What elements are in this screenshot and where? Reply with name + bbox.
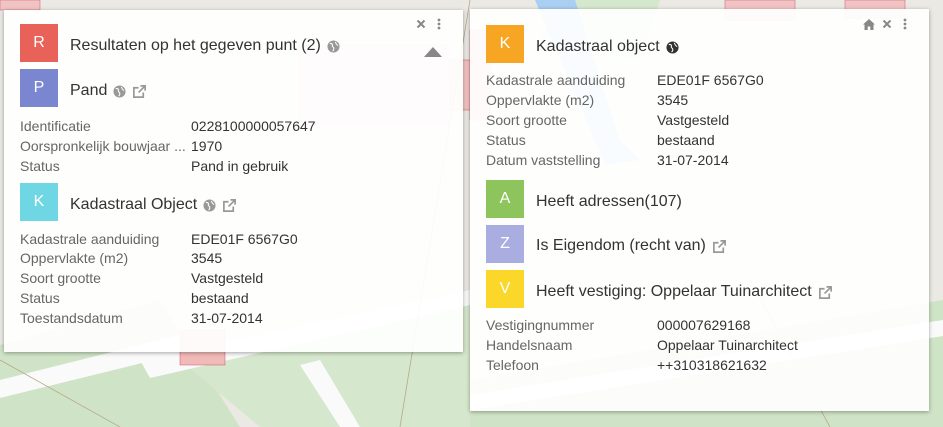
kadastraal-value-1: 3545 xyxy=(191,250,223,266)
kadastraal-object-title: Kadastraal object xyxy=(536,38,660,55)
pand-value-2: Pand in gebruik xyxy=(191,158,289,174)
kadastraal-letter-badge: K xyxy=(20,183,58,221)
kadastraal-object-label-2: Soort grootte xyxy=(486,112,567,128)
vestiging-label-0: Vestigingnummer xyxy=(486,317,595,333)
pand-label-2: Status xyxy=(20,158,60,174)
external-link-icon[interactable] xyxy=(132,84,147,99)
kadastraal-object-label-3: Status xyxy=(486,132,526,148)
kadastraal-object-label-1: Oppervlakte (m2) xyxy=(486,92,595,108)
pand-label-1: Oorspronkelijk bouwjaar ... xyxy=(20,138,186,154)
vestiging-title: Heeft vestiging: Oppelaar Tuinarchitect xyxy=(536,283,812,300)
pand-value-1: 1970 xyxy=(191,138,223,154)
kadastraal-object-label-0: Kadastrale aanduiding xyxy=(486,72,626,88)
external-link-icon[interactable] xyxy=(222,198,237,213)
vestiging-value-1: Oppelaar Tuinarchitect xyxy=(657,337,798,353)
kadastraal-label-1: Oppervlakte (m2) xyxy=(20,250,129,266)
result-header: Resultaten op het gegeven punt (2) xyxy=(70,37,340,55)
home-icon[interactable] xyxy=(863,18,875,30)
kadastraal-value-3: bestaand xyxy=(191,290,249,306)
kadastraal-value-2: Vastgesteld xyxy=(191,270,264,286)
kadastraal-header[interactable]: Kadastraal Object xyxy=(70,196,237,214)
results-panel-toolbar xyxy=(415,18,445,30)
kadastraal-object-header: Kadastraal object xyxy=(536,38,679,56)
kadastraal-label-2: Soort grootte xyxy=(20,270,101,286)
globe-icon[interactable] xyxy=(113,84,126,98)
kadastraal-title: Kadastraal Object xyxy=(70,196,198,213)
pand-letter-badge: P xyxy=(20,69,58,107)
globe-icon[interactable] xyxy=(666,40,679,54)
kadastraal-value-0: EDE01F 6567G0 xyxy=(191,231,298,247)
eigendom-header[interactable]: Is Eigendom (recht van) xyxy=(536,237,727,255)
vestiging-label-1: Handelsnaam xyxy=(486,337,573,353)
results-panel: R Resultaten op het gegeven punt (2) P P… xyxy=(4,10,463,352)
pand-title: Pand xyxy=(70,82,108,99)
kadastraal-label-4: Toestandsdatum xyxy=(20,310,123,326)
pand-header[interactable]: Pand xyxy=(70,82,147,100)
result-title: Resultaten op het gegeven punt (2) xyxy=(70,37,321,54)
kadastraal-value-4: 31-07-2014 xyxy=(191,310,263,326)
globe-icon[interactable] xyxy=(203,198,216,212)
vestiging-value-2: ++310318621632 xyxy=(657,357,767,373)
kadastraal-object-value-1: 3545 xyxy=(657,92,689,108)
kebab-menu-icon[interactable] xyxy=(899,18,911,30)
vestiging-label-2: Telefoon xyxy=(486,357,539,373)
detail-panel-toolbar xyxy=(863,18,911,30)
globe-icon[interactable] xyxy=(327,39,340,53)
external-link-icon[interactable] xyxy=(712,239,727,254)
eigendom-letter-badge: Z xyxy=(486,225,524,263)
adressen-letter-badge: A xyxy=(486,180,524,218)
detail-panel: K Kadastraal object Kadastrale aanduidin… xyxy=(470,9,929,411)
kadastraal-label-3: Status xyxy=(20,290,60,306)
kadastraal-object-value-0: EDE01F 6567G0 xyxy=(657,72,764,88)
kebab-menu-icon[interactable] xyxy=(433,18,445,30)
pand-label-0: Identificatie xyxy=(20,118,91,134)
pand-value-0: 0228100000057647 xyxy=(191,118,316,134)
kadastraal-object-letter-badge: K xyxy=(486,25,524,63)
kadastraal-object-value-4: 31-07-2014 xyxy=(657,152,729,168)
result-letter-badge: R xyxy=(20,24,58,62)
external-link-icon[interactable] xyxy=(818,285,833,300)
kadastraal-label-0: Kadastrale aanduiding xyxy=(20,231,160,247)
vestiging-value-0: 000007629168 xyxy=(657,317,751,333)
kadastraal-object-value-3: bestaand xyxy=(657,132,715,148)
kadastraal-object-value-2: Vastgesteld xyxy=(657,112,730,128)
adressen-header[interactable]: Heeft adressen(107) xyxy=(536,193,682,211)
collapse-triangle-icon[interactable] xyxy=(424,44,442,62)
close-icon[interactable] xyxy=(415,18,427,30)
eigendom-title: Is Eigendom (recht van) xyxy=(536,237,706,254)
adressen-title: Heeft adressen(107) xyxy=(536,193,682,210)
vestiging-letter-badge: V xyxy=(486,270,524,308)
close-icon[interactable] xyxy=(881,18,893,30)
kadastraal-object-label-4: Datum vaststelling xyxy=(486,152,601,168)
vestiging-header[interactable]: Heeft vestiging: Oppelaar Tuinarchitect xyxy=(536,283,833,301)
